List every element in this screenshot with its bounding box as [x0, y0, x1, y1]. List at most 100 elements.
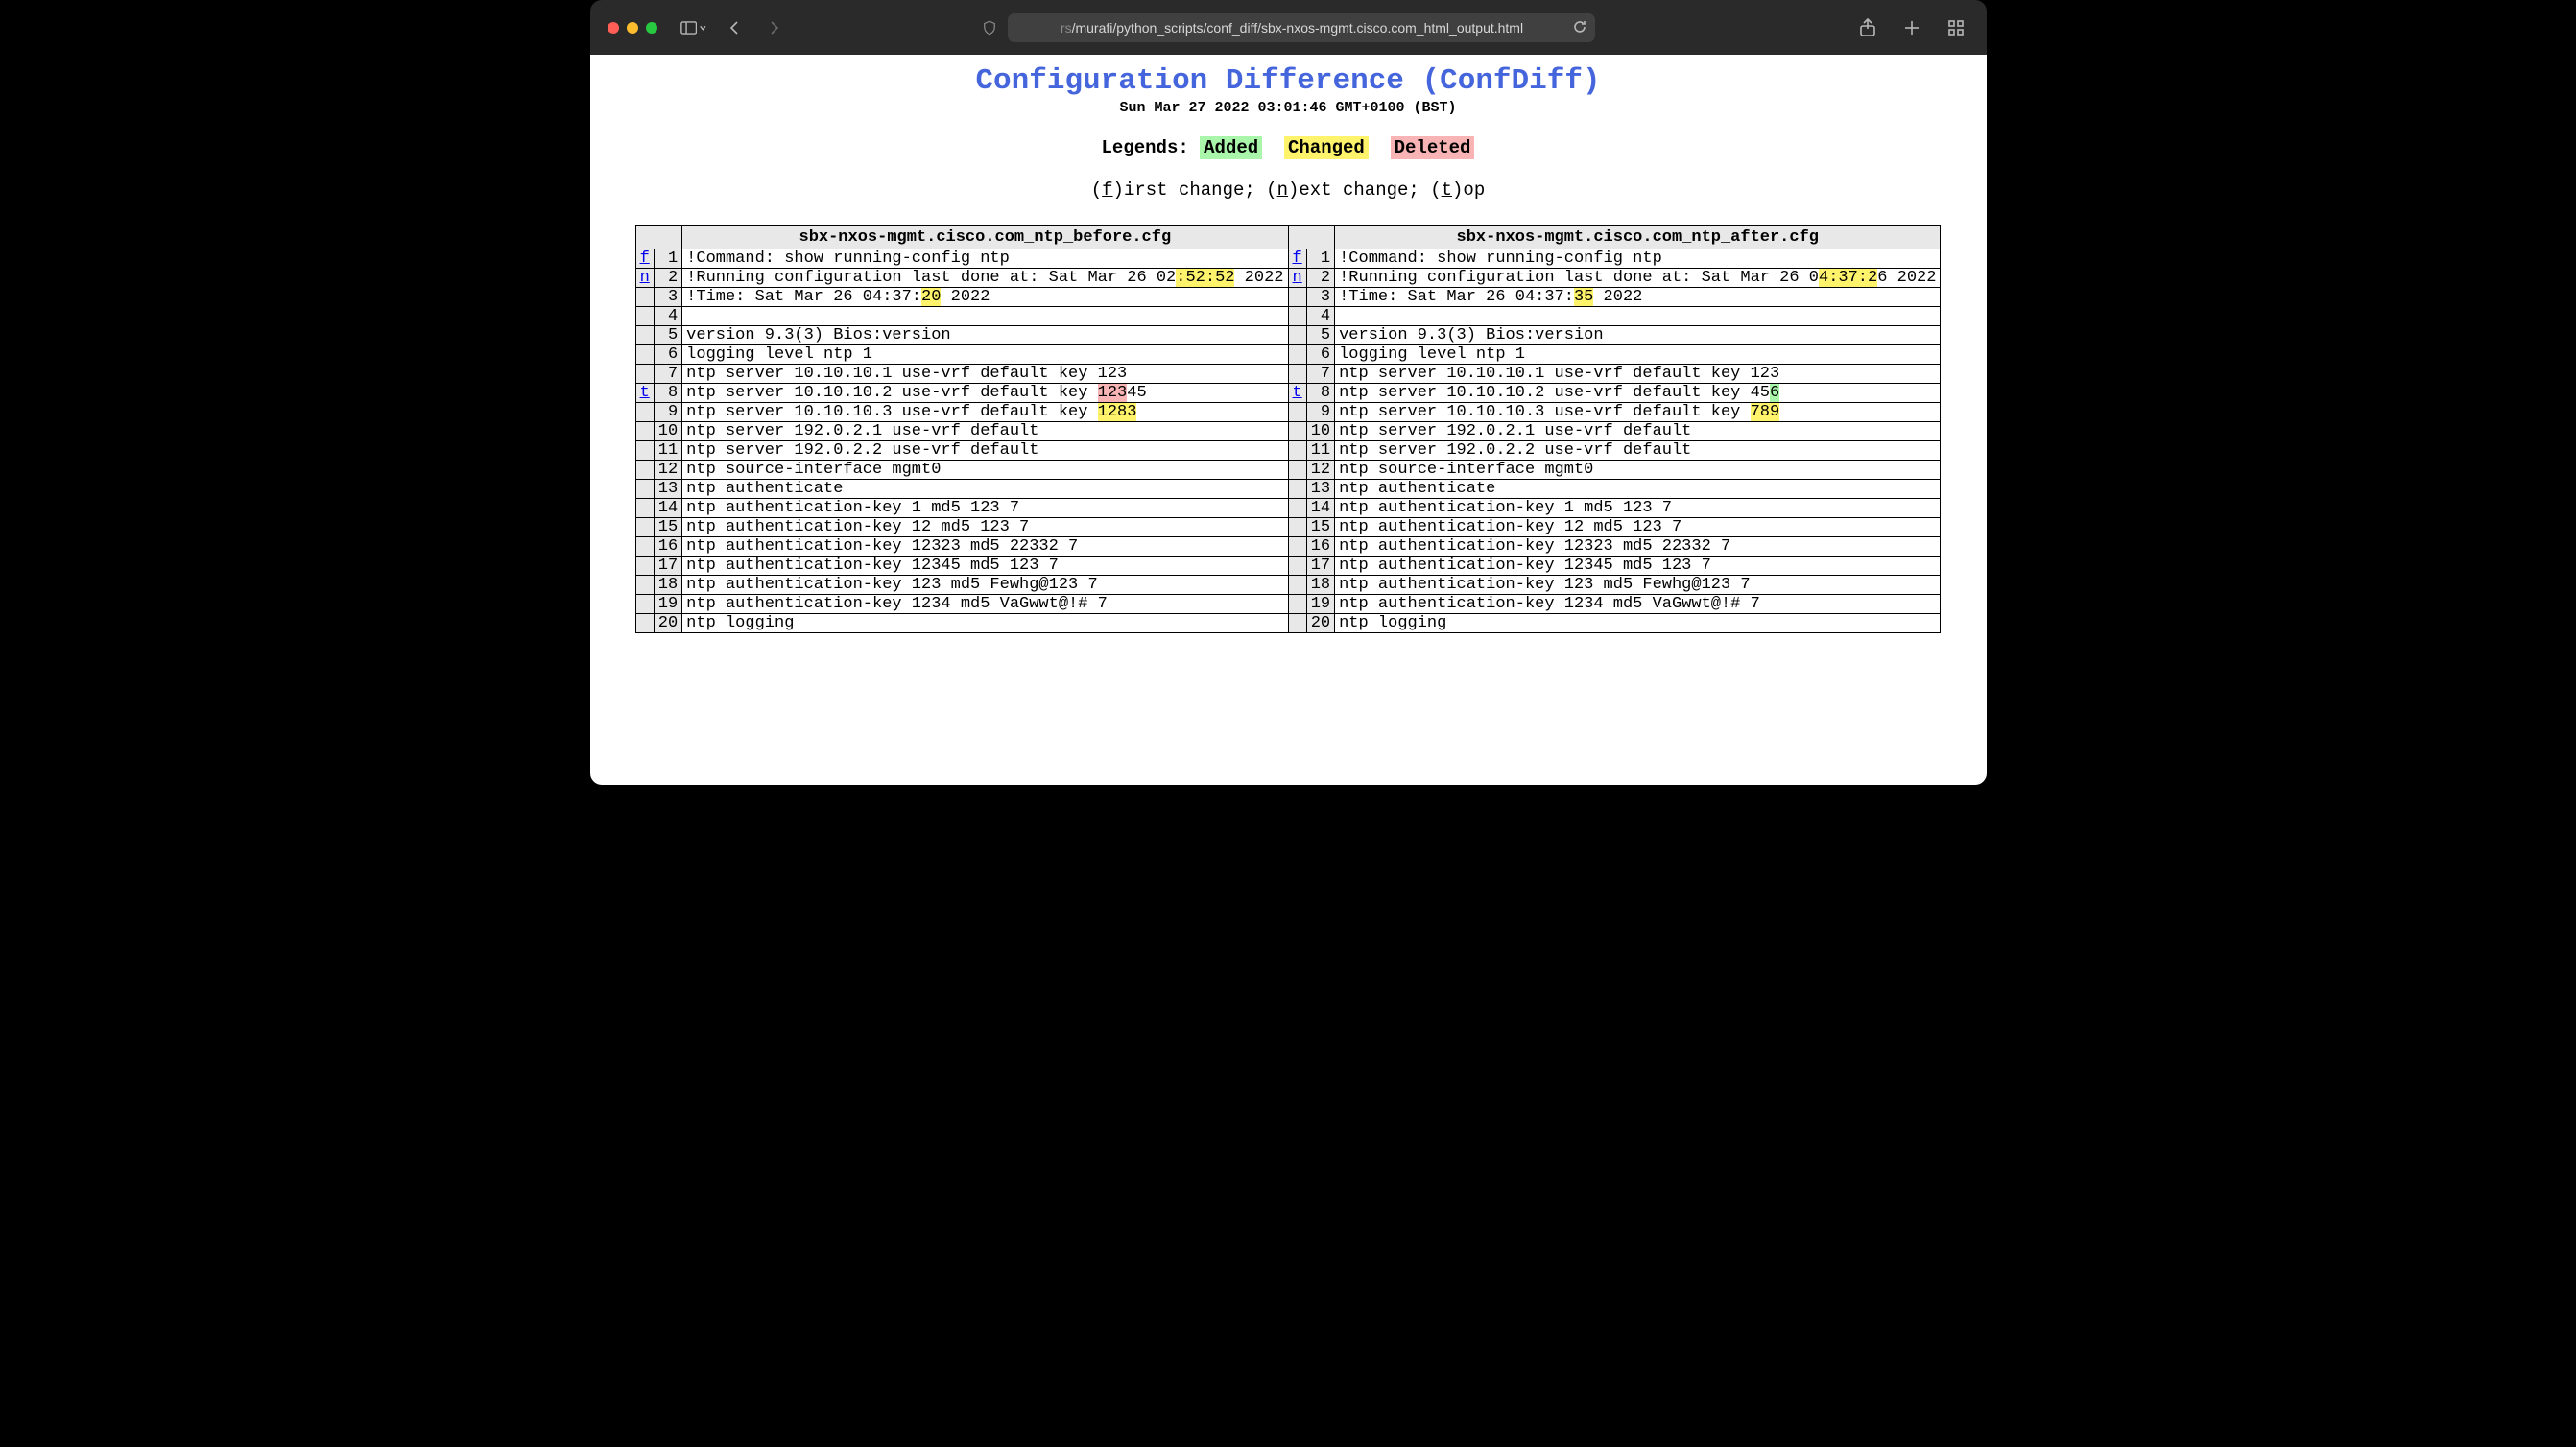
- right-file-header: sbx-nxos-mgmt.cisco.com_ntp_after.cfg: [1335, 226, 1941, 249]
- left-line-number: 16: [654, 537, 681, 557]
- legend-added: Added: [1200, 136, 1262, 159]
- diff-nav-f-link[interactable]: f: [640, 249, 650, 268]
- left-nav-link-cell: [635, 518, 654, 537]
- right-line-content: !Command: show running-config ntp: [1335, 249, 1941, 269]
- table-row: 16ntp authentication-key 12323 md5 22332…: [635, 537, 1941, 557]
- right-line-number: 14: [1306, 499, 1334, 518]
- left-line-number: 10: [654, 422, 681, 441]
- left-nav-link-cell: [635, 614, 654, 633]
- share-button[interactable]: [1854, 14, 1881, 41]
- table-row: 17ntp authentication-key 12345 md5 123 7…: [635, 557, 1941, 576]
- new-tab-button[interactable]: [1898, 14, 1925, 41]
- right-line-content: !Running configuration last done at: Sat…: [1335, 269, 1941, 288]
- right-line-number: 12: [1306, 461, 1334, 480]
- left-line-content: ntp server 192.0.2.2 use-vrf default: [682, 441, 1288, 461]
- left-nav-link-cell[interactable]: n: [635, 269, 654, 288]
- right-line-number: 20: [1306, 614, 1334, 633]
- table-row: 9ntp server 10.10.10.3 use-vrf default k…: [635, 403, 1941, 422]
- left-linknum-header: [635, 226, 682, 249]
- chevron-down-icon: [699, 23, 707, 33]
- left-nav-link-cell: [635, 557, 654, 576]
- close-window-button[interactable]: [608, 22, 619, 34]
- left-nav-link-cell: [635, 365, 654, 384]
- minimize-window-button[interactable]: [627, 22, 638, 34]
- left-nav-link-cell: [635, 461, 654, 480]
- diff-nav-t-link[interactable]: t: [640, 384, 650, 402]
- right-line-content: ntp logging: [1335, 614, 1941, 633]
- right-line-content: !Time: Sat Mar 26 04:37:35 2022: [1335, 288, 1941, 307]
- browser-toolbar: rs/murafi/python_scripts/conf_diff/sbx-n…: [590, 0, 1987, 55]
- forward-button[interactable]: [761, 14, 788, 41]
- right-nav-link-cell: [1288, 345, 1306, 365]
- diff-nav-t-link[interactable]: t: [1293, 384, 1302, 402]
- right-nav-link-cell[interactable]: t: [1288, 384, 1306, 403]
- address-bar[interactable]: rs/murafi/python_scripts/conf_diff/sbx-n…: [1008, 13, 1595, 42]
- left-line-content: !Running configuration last done at: Sat…: [682, 269, 1288, 288]
- right-nav-link-cell: [1288, 461, 1306, 480]
- right-line-number: 13: [1306, 480, 1334, 499]
- left-line-content: [682, 307, 1288, 326]
- legends-row: Legends: Added Changed Deleted: [590, 137, 1987, 158]
- left-nav-link-cell: [635, 499, 654, 518]
- diff-nav-n-link[interactable]: n: [640, 269, 650, 287]
- left-nav-link-cell: [635, 595, 654, 614]
- right-line-content: [1335, 307, 1941, 326]
- right-line-number: 19: [1306, 595, 1334, 614]
- right-nav-link-cell: [1288, 307, 1306, 326]
- right-nav-link-cell: [1288, 422, 1306, 441]
- diff-nav-n-link[interactable]: n: [1293, 269, 1302, 287]
- reload-icon[interactable]: [1572, 19, 1587, 35]
- sidebar-toggle-button[interactable]: [680, 14, 707, 41]
- nav-next-key[interactable]: n: [1277, 179, 1288, 201]
- table-row: 14ntp authentication-key 1 md5 123 714nt…: [635, 499, 1941, 518]
- table-row: 6logging level ntp 16logging level ntp 1: [635, 345, 1941, 365]
- right-line-content: ntp server 10.10.10.1 use-vrf default ke…: [1335, 365, 1941, 384]
- left-line-number: 19: [654, 595, 681, 614]
- left-nav-link-cell[interactable]: t: [635, 384, 654, 403]
- left-line-content: version 9.3(3) Bios:version: [682, 326, 1288, 345]
- right-nav-link-cell[interactable]: f: [1288, 249, 1306, 269]
- nav-first-key[interactable]: f: [1102, 179, 1112, 201]
- left-line-number: 7: [654, 365, 681, 384]
- fullscreen-window-button[interactable]: [646, 22, 657, 34]
- right-line-content: ntp server 192.0.2.1 use-vrf default: [1335, 422, 1941, 441]
- left-line-number: 4: [654, 307, 681, 326]
- tab-overview-button[interactable]: [1943, 14, 1969, 41]
- left-nav-link-cell[interactable]: f: [635, 249, 654, 269]
- table-row: n2!Running configuration last done at: S…: [635, 269, 1941, 288]
- right-line-number: 3: [1306, 288, 1334, 307]
- left-nav-link-cell: [635, 288, 654, 307]
- left-file-header: sbx-nxos-mgmt.cisco.com_ntp_before.cfg: [682, 226, 1288, 249]
- left-line-number: 5: [654, 326, 681, 345]
- table-row: t8ntp server 10.10.10.2 use-vrf default …: [635, 384, 1941, 403]
- right-nav-link-cell: [1288, 576, 1306, 595]
- left-nav-link-cell: [635, 441, 654, 461]
- right-nav-link-cell[interactable]: n: [1288, 269, 1306, 288]
- right-line-content: ntp authentication-key 123 md5 Fewhg@123…: [1335, 576, 1941, 595]
- right-line-number: 10: [1306, 422, 1334, 441]
- right-nav-link-cell: [1288, 365, 1306, 384]
- diff-table: sbx-nxos-mgmt.cisco.com_ntp_before.cfg s…: [635, 225, 1942, 633]
- address-bar-wrap: rs/murafi/python_scripts/conf_diff/sbx-n…: [981, 13, 1595, 42]
- right-nav-link-cell: [1288, 557, 1306, 576]
- table-row: 13ntp authenticate13ntp authenticate: [635, 480, 1941, 499]
- left-nav-link-cell: [635, 537, 654, 557]
- table-row: 20ntp logging20ntp logging: [635, 614, 1941, 633]
- table-row: 11ntp server 192.0.2.2 use-vrf default11…: [635, 441, 1941, 461]
- left-nav-link-cell: [635, 345, 654, 365]
- right-nav-link-cell: [1288, 480, 1306, 499]
- diff-nav-f-link[interactable]: f: [1293, 249, 1302, 268]
- left-line-content: ntp authentication-key 1234 md5 VaGwwt@!…: [682, 595, 1288, 614]
- table-row: 12ntp source-interface mgmt012ntp source…: [635, 461, 1941, 480]
- right-line-content: ntp authenticate: [1335, 480, 1941, 499]
- right-line-content: logging level ntp 1: [1335, 345, 1941, 365]
- left-line-content: ntp authentication-key 12345 md5 123 7: [682, 557, 1288, 576]
- back-button[interactable]: [721, 14, 748, 41]
- right-line-number: 2: [1306, 269, 1334, 288]
- left-line-number: 20: [654, 614, 681, 633]
- privacy-shield-icon[interactable]: [981, 19, 998, 36]
- left-line-content: ntp server 192.0.2.1 use-vrf default: [682, 422, 1288, 441]
- page-title: Configuration Difference (ConfDiff): [590, 55, 1987, 98]
- nav-top-key[interactable]: t: [1442, 179, 1452, 201]
- left-line-number: 8: [654, 384, 681, 403]
